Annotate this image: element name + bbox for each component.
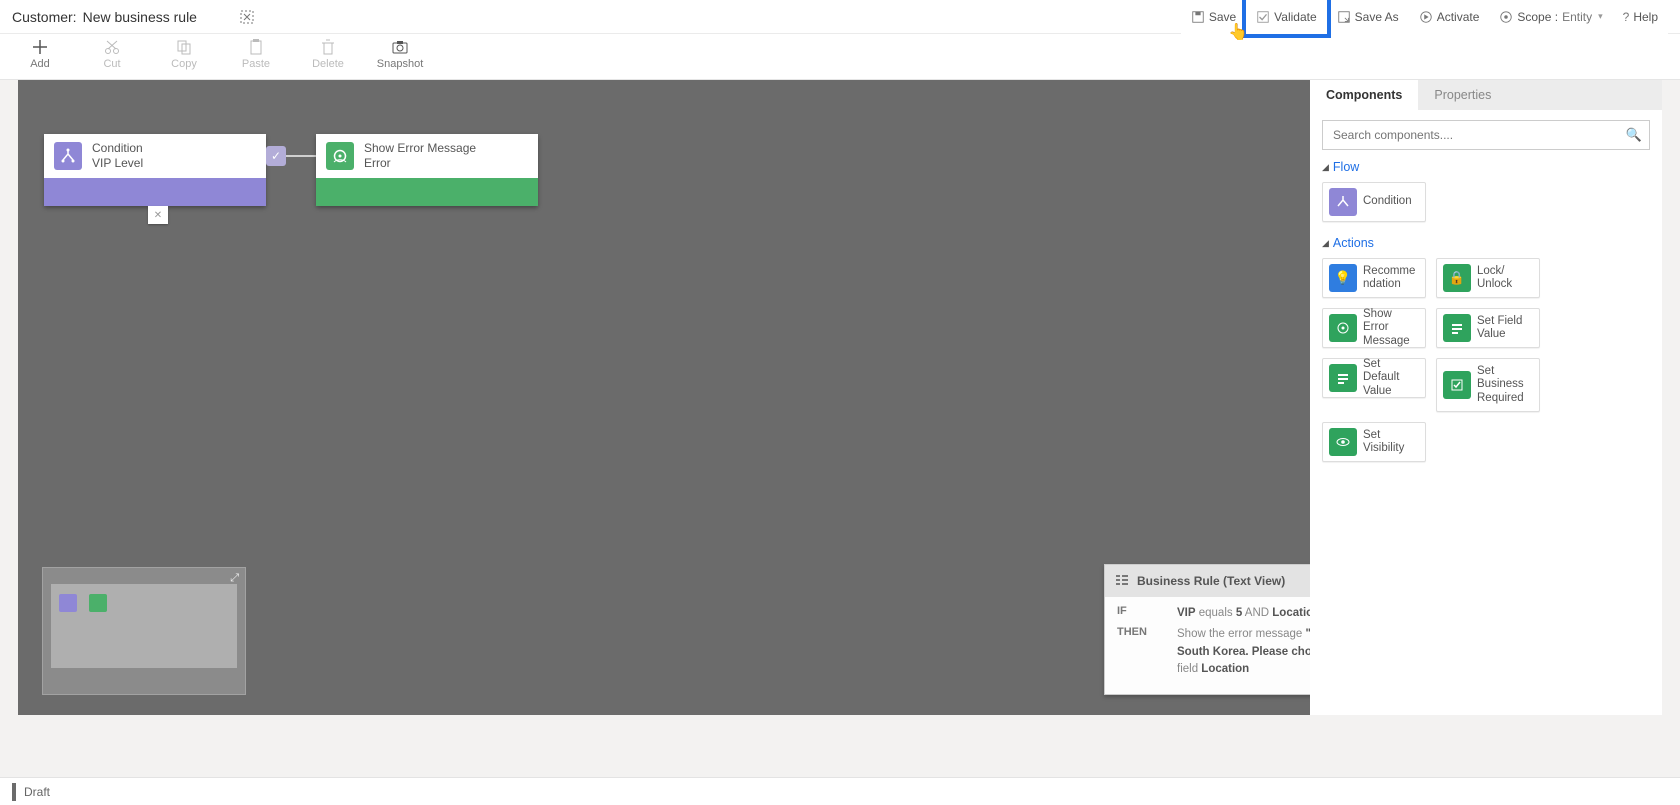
activate-label: Activate (1437, 10, 1480, 24)
error-node-icon (326, 142, 354, 170)
text-view-title: Business Rule (Text View) (1137, 574, 1285, 588)
tab-properties[interactable]: Properties (1418, 80, 1507, 110)
minimap-node-condition (59, 594, 77, 612)
snapshot-button[interactable]: Snapshot (378, 38, 422, 70)
show-error-icon (1329, 314, 1357, 342)
collapse-icon: ◢ (1322, 238, 1329, 249)
visibility-icon (1329, 428, 1357, 456)
header-left: Customer: (12, 9, 255, 25)
add-button[interactable]: Add (18, 38, 62, 70)
error-node-foot (316, 178, 538, 206)
component-recommendation[interactable]: 💡 Recomme ndation (1322, 258, 1426, 298)
component-condition[interactable]: Condition (1322, 182, 1426, 222)
cut-button[interactable]: Cut (90, 38, 134, 70)
paste-button[interactable]: Paste (234, 38, 278, 70)
collapse-icon: ◢ (1322, 162, 1329, 173)
validate-label: Validate (1274, 10, 1316, 24)
search-icon[interactable]: 🔍 (1626, 127, 1642, 143)
group-flow-label: Flow (1333, 160, 1359, 174)
components-panel: 🔍 ◢ Flow Condition ◢ Actions 💡 Recomme n… (1310, 110, 1662, 715)
copy-button[interactable]: Copy (162, 38, 206, 70)
component-lock-unlock[interactable]: 🔒 Lock/ Unlock (1436, 258, 1540, 298)
connector-check-icon[interactable]: ✓ (266, 146, 286, 166)
bus-required-icon (1443, 371, 1471, 399)
set-field-label: Set Field Value (1477, 315, 1522, 341)
component-search-input[interactable] (1322, 120, 1650, 150)
condition-comp-icon (1329, 188, 1357, 216)
condition-title: Condition (92, 141, 143, 156)
condition-comp-label: Condition (1363, 195, 1412, 208)
condition-node[interactable]: Condition VIP Level (44, 134, 266, 206)
error-node-head: Show Error Message Error (316, 134, 538, 178)
error-title: Show Error Message (364, 141, 476, 156)
minimap-viewport[interactable] (51, 584, 237, 668)
show-error-label: Show Error Message (1363, 308, 1419, 348)
component-set-default-value[interactable]: Set Default Value (1322, 358, 1426, 398)
status-state: Draft (24, 785, 50, 799)
expand-title-icon[interactable] (239, 9, 255, 25)
group-actions-header[interactable]: ◢ Actions (1322, 236, 1374, 250)
entity-label: Customer: (12, 9, 77, 25)
delete-label: Delete (312, 58, 344, 70)
then-keyword: THEN (1117, 626, 1163, 678)
save-as-button[interactable]: Save As (1327, 0, 1409, 34)
recommendation-icon: 💡 (1329, 264, 1357, 292)
component-set-business-required[interactable]: Set Business Required (1436, 358, 1540, 412)
validate-button[interactable]: Validate (1246, 0, 1326, 34)
condition-false-tab[interactable]: ✕ (148, 206, 168, 224)
condition-node-head: Condition VIP Level (44, 134, 266, 178)
help-label: Help (1633, 10, 1658, 24)
save-as-label: Save As (1355, 10, 1399, 24)
copy-label: Copy (171, 58, 197, 70)
component-show-error[interactable]: Show Error Message (1322, 308, 1426, 348)
scope-label: Scope : (1517, 10, 1558, 24)
group-actions-label: Actions (1333, 236, 1374, 250)
condition-subtitle: VIP Level (92, 156, 143, 171)
error-subtitle: Error (364, 156, 476, 171)
set-bus-req-label: Set Business Required (1477, 365, 1524, 405)
default-value-icon (1329, 364, 1357, 392)
component-set-visibility[interactable]: Set Visibility (1322, 422, 1426, 462)
header-right: Save Validate Save As Activate Scope : E… (1181, 0, 1668, 34)
activate-button[interactable]: Activate (1409, 0, 1490, 34)
status-bar: Draft (0, 777, 1680, 805)
snapshot-label: Snapshot (377, 58, 423, 70)
delete-button[interactable]: Delete (306, 38, 350, 70)
field-value-icon (1443, 314, 1471, 342)
recommendation-label: Recomme ndation (1363, 265, 1415, 291)
if-keyword: IF (1117, 605, 1163, 622)
help-button[interactable]: ? Help (1613, 0, 1668, 34)
minimap[interactable]: ⤢ (42, 567, 246, 695)
minimap-node-error (89, 594, 107, 612)
lock-label: Lock/ Unlock (1477, 265, 1512, 291)
flow-components: Condition (1322, 182, 1650, 222)
status-strip (12, 783, 16, 801)
condition-node-foot (44, 178, 266, 206)
set-vis-label: Set Visibility (1363, 429, 1404, 455)
group-flow-header[interactable]: ◢ Flow (1322, 160, 1359, 174)
save-label: Save (1209, 10, 1236, 24)
component-search: 🔍 (1322, 120, 1650, 150)
tab-components[interactable]: Components (1310, 80, 1418, 110)
add-label: Add (30, 58, 50, 70)
rule-title-input[interactable] (83, 9, 233, 25)
side-tabs: Components Properties (1310, 80, 1662, 110)
help-icon: ? (1623, 10, 1630, 24)
cut-label: Cut (103, 58, 120, 70)
component-set-field-value[interactable]: Set Field Value (1436, 308, 1540, 348)
set-default-label: Set Default Value (1363, 358, 1419, 398)
chevron-down-icon: ▾ (1598, 11, 1603, 22)
paste-label: Paste (242, 58, 270, 70)
text-view-icon (1115, 573, 1129, 590)
lock-icon: 🔒 (1443, 264, 1471, 292)
save-button[interactable]: Save (1181, 0, 1246, 34)
header-bar: Customer: Save Validate Save As Activate… (0, 0, 1680, 34)
side-panel: Components Properties 🔍 ◢ Flow Condition… (1310, 80, 1662, 715)
action-components: 💡 Recomme ndation 🔒 Lock/ Unlock Show Er… (1322, 258, 1650, 462)
scope-value: Entity (1562, 10, 1592, 24)
error-node[interactable]: Show Error Message Error (316, 134, 538, 206)
condition-node-icon (54, 142, 82, 170)
scope-button[interactable]: Scope : Entity ▾ (1489, 0, 1612, 34)
toolbar: Add Cut Copy Paste Delete Snapshot (0, 34, 1680, 80)
